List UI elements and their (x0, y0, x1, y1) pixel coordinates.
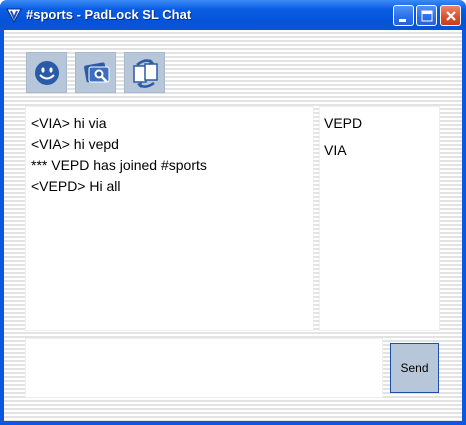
client-area: <VIA> hi via <VIA> hi vepd *** VEPD has … (4, 30, 462, 421)
smiley-icon (35, 61, 59, 85)
swap-arrows-icon (133, 59, 158, 88)
chat-line: *** VEPD has joined #sports (31, 157, 207, 173)
chat-line: <VIA> hi via (31, 115, 107, 131)
user-list[interactable]: VEPD VIA (319, 106, 440, 331)
user-list-item[interactable]: VIA (324, 140, 439, 167)
close-button[interactable] (440, 5, 461, 26)
chat-line: <VEPD> Hi all (31, 178, 121, 194)
minimize-icon (399, 19, 406, 22)
chat-line: <VIA> hi vepd (31, 136, 119, 152)
emoticon-button[interactable] (26, 52, 67, 93)
minimize-button[interactable] (393, 5, 414, 26)
window-title: #sports - PadLock SL Chat (26, 7, 192, 22)
swap-button[interactable] (124, 52, 165, 93)
close-icon (446, 11, 456, 21)
v-shield-icon (6, 8, 22, 23)
chat-window: #sports - PadLock SL Chat <VIA> hi via <… (0, 0, 466, 425)
photo-search-icon (84, 62, 110, 83)
title-bar[interactable]: #sports - PadLock SL Chat (0, 0, 466, 30)
user-list-item[interactable]: VEPD (324, 113, 439, 140)
maximize-button[interactable] (416, 5, 437, 26)
chat-log[interactable]: <VIA> hi via <VIA> hi vepd *** VEPD has … (25, 106, 314, 331)
image-search-button[interactable] (75, 52, 116, 93)
send-button[interactable]: Send (390, 343, 439, 393)
maximize-icon (421, 10, 433, 22)
message-input[interactable] (25, 338, 383, 398)
